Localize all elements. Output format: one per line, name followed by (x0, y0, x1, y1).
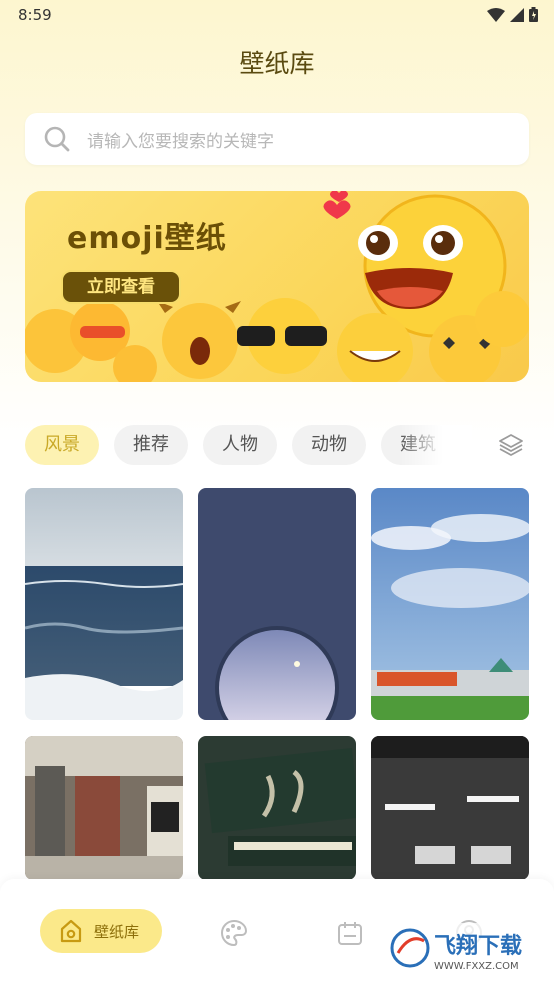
emoji-banner[interactable]: emoji壁纸 立即查看 (25, 191, 529, 382)
wallpaper-station-ceiling[interactable] (371, 736, 529, 880)
watermark-logo: 飞翔下载 WWW.FXXZ.COM (388, 923, 541, 973)
search-input[interactable]: 请输入您要搜索的关键字 (87, 127, 274, 152)
wallpaper-book-stack[interactable] (198, 736, 356, 880)
tabs-fade (400, 425, 472, 465)
page-title: 壁纸库 (239, 49, 315, 78)
wallpaper-night-window[interactable] (198, 488, 356, 720)
nav-home-label: 壁纸库 (94, 922, 140, 941)
search-bar[interactable]: 请输入您要搜索的关键字 (25, 113, 529, 165)
nav-home-button[interactable]: 壁纸库 (40, 909, 162, 953)
battery-icon (529, 7, 538, 22)
wallpaper-image (371, 488, 529, 720)
wallpaper-city-street[interactable] (25, 736, 183, 880)
tab-recommended[interactable]: 推荐 (114, 425, 188, 465)
layers-icon[interactable] (497, 431, 525, 459)
wallpaper-image (25, 488, 183, 720)
wallpaper-image (25, 736, 183, 880)
wallpaper-image (198, 736, 356, 880)
status-bar: 8:59 (0, 0, 554, 32)
banner-title: emoji壁纸 (67, 221, 227, 256)
tab-people[interactable]: 人物 (203, 425, 277, 465)
status-time: 8:59 (18, 6, 52, 24)
palette-icon[interactable] (219, 918, 249, 948)
wallpaper-image (198, 488, 356, 720)
wallpaper-image (371, 736, 529, 880)
svg-text:WWW.FXXZ.COM: WWW.FXXZ.COM (434, 961, 519, 972)
calendar-icon[interactable] (335, 918, 365, 948)
wallpaper-sky-field[interactable] (371, 488, 529, 720)
category-tabs: 风景 推荐 人物 动物 建筑 (25, 425, 455, 465)
status-icons (487, 7, 538, 22)
wallpaper-ocean-waves[interactable] (25, 488, 183, 720)
signal-icon (510, 7, 524, 22)
home-icon (60, 919, 82, 943)
tab-animals[interactable]: 动物 (292, 425, 366, 465)
tab-scenery[interactable]: 风景 (25, 425, 99, 465)
wifi-icon (487, 7, 505, 22)
svg-text:飞翔下载: 飞翔下载 (434, 933, 522, 959)
search-icon (44, 126, 70, 152)
view-now-button[interactable]: 立即查看 (61, 270, 181, 304)
